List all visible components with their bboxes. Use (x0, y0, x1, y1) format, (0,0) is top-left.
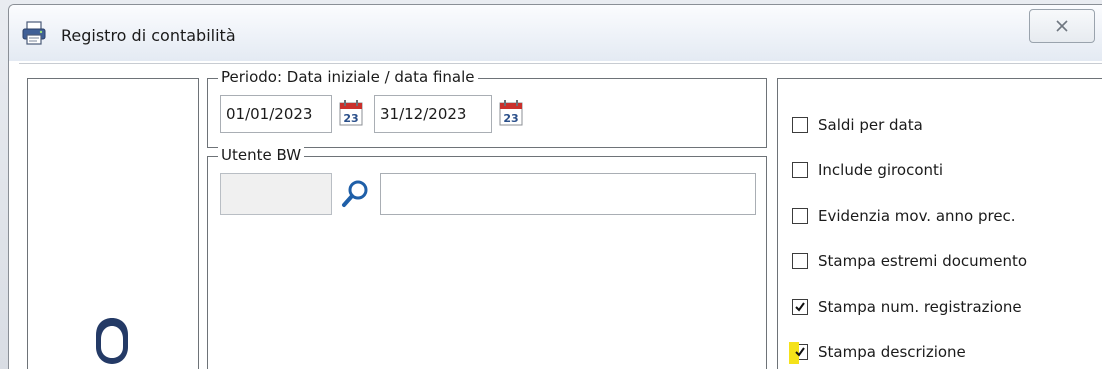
left-panel (27, 78, 199, 369)
option-stampa-estremi[interactable]: Stampa estremi documento (792, 249, 1027, 273)
option-label: Stampa estremi documento (818, 252, 1028, 270)
option-label: Include giroconti (818, 161, 944, 179)
end-date-value: 31/12/2023 (380, 105, 467, 123)
checkbox-unchecked[interactable] (792, 117, 808, 133)
periodo-legend: Periodo: Data iniziale / data finale (218, 68, 478, 86)
calendar-icon: 23 (499, 100, 523, 126)
end-date-field[interactable]: 31/12/2023 (374, 95, 492, 133)
window-title: Registro di contabilità (61, 26, 236, 45)
checkmark-icon (795, 347, 805, 357)
option-saldi-per-data[interactable]: Saldi per data (792, 113, 923, 137)
svg-text:23: 23 (343, 112, 358, 125)
search-icon (342, 180, 368, 207)
svg-text:23: 23 (503, 112, 518, 125)
start-date-field[interactable]: 01/01/2023 (220, 95, 332, 133)
checkbox-unchecked[interactable] (792, 208, 808, 224)
close-icon (1056, 20, 1068, 32)
checkbox-unchecked[interactable] (792, 162, 808, 178)
option-label: Stampa descrizione (818, 343, 966, 361)
dialog-window: Registro di contabilità Periodo: Data in… (8, 4, 1102, 369)
periodo-group: Periodo: Data iniziale / data finale 01/… (207, 68, 767, 148)
checkmark-icon (795, 302, 805, 312)
calendar-icon: 23 (339, 100, 363, 126)
start-date-value: 01/01/2023 (226, 105, 313, 123)
option-include-giroconti[interactable]: Include giroconti (792, 158, 943, 182)
options-panel: Saldi per data Include giroconti Evidenz… (777, 78, 1102, 369)
checkbox-unchecked[interactable] (792, 253, 808, 269)
option-stampa-num-registrazione[interactable]: Stampa num. registrazione (792, 295, 1022, 319)
checkbox-checked[interactable] (792, 299, 808, 315)
option-stampa-descrizione[interactable]: Stampa descrizione (789, 340, 966, 364)
utente-group: Utente BW (207, 146, 767, 369)
title-bar[interactable]: Registro di contabilità (9, 5, 1102, 61)
user-code-field[interactable] (220, 173, 332, 215)
start-date-calendar-button[interactable]: 23 (339, 99, 363, 127)
end-date-calendar-button[interactable]: 23 (499, 99, 523, 127)
option-label: Evidenzia mov. anno prec. (818, 207, 1016, 225)
user-avatar-icon (90, 317, 134, 367)
printer-icon (21, 21, 47, 45)
utente-legend: Utente BW (218, 146, 305, 164)
option-evidenzia-mov[interactable]: Evidenzia mov. anno prec. (792, 204, 1016, 228)
close-button[interactable] (1029, 9, 1095, 43)
option-label: Stampa num. registrazione (818, 298, 1022, 316)
user-search-button[interactable] (338, 177, 374, 211)
user-name-field[interactable] (380, 173, 756, 215)
checkbox-checked-focused[interactable] (789, 342, 808, 364)
dialog-client-area: Periodo: Data iniziale / data finale 01/… (19, 63, 1102, 369)
option-label: Saldi per data (818, 116, 923, 134)
